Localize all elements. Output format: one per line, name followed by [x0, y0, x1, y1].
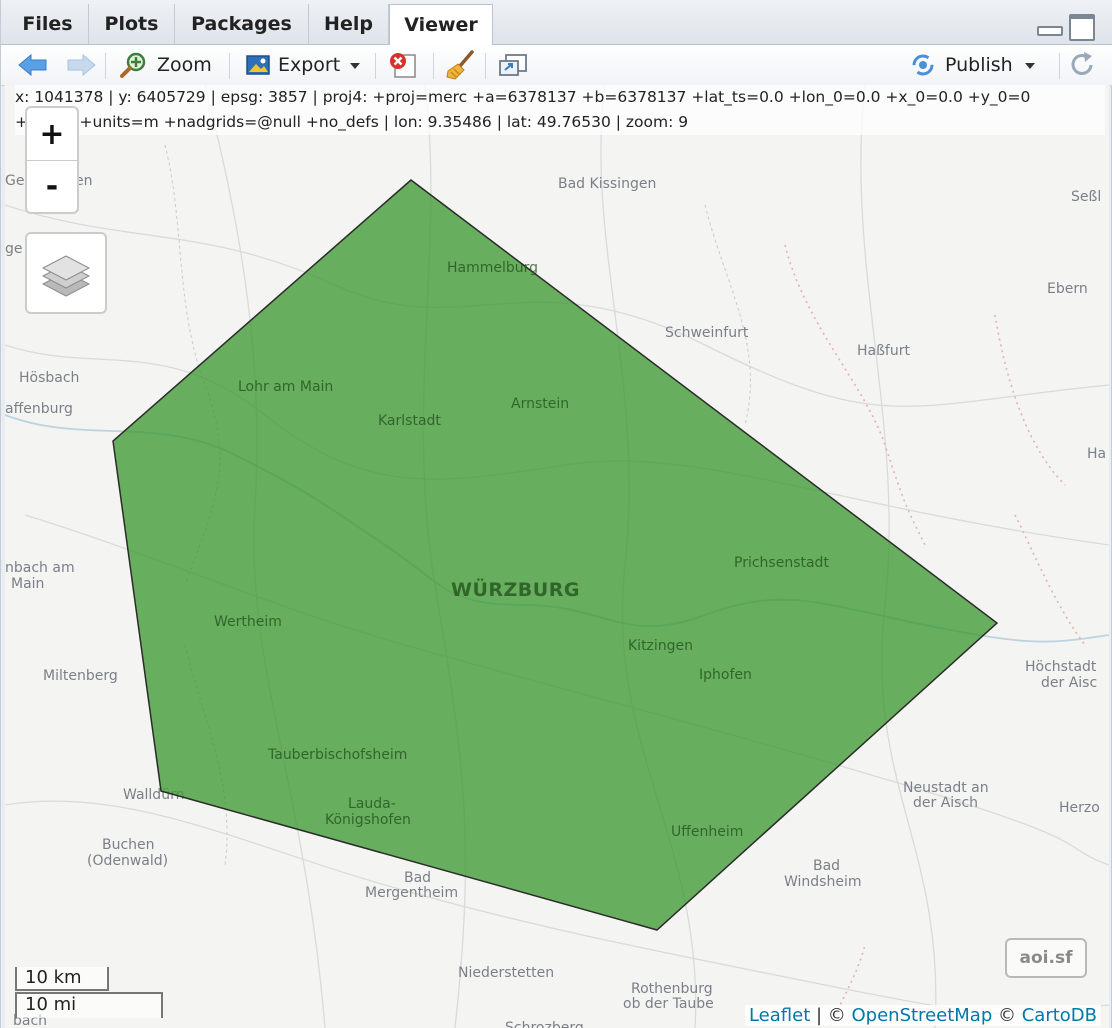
map-attribution: Leaflet | © OpenStreetMap © CartoDB — [744, 1005, 1101, 1026]
mouse-coordinates-readout: x: 1041378 | y: 6405729 | epsg: 3857 | p… — [15, 85, 1105, 135]
refresh-icon — [1071, 52, 1093, 75]
svg-text:Ebern: Ebern — [1047, 281, 1088, 297]
openstreetmap-link[interactable]: OpenStreetMap — [852, 1005, 993, 1026]
svg-text:Miltenberg: Miltenberg — [43, 668, 118, 684]
svg-text:Niederstetten: Niederstetten — [458, 965, 554, 981]
svg-text:Main: Main — [11, 576, 44, 592]
svg-text:Wertheim: Wertheim — [214, 614, 282, 630]
svg-text:Höchstadt: Höchstadt — [1025, 659, 1097, 675]
map-canvas: Bad Kissingen Seßl Ebern Schweinfurt Haß… — [5, 85, 1109, 1028]
svg-text:der Aisc: der Aisc — [1041, 675, 1097, 691]
svg-text:Bad: Bad — [404, 870, 431, 886]
publish-button[interactable]: Publish — [907, 45, 1043, 85]
svg-text:Bad: Bad — [813, 858, 840, 874]
svg-text:Prichsenstadt: Prichsenstadt — [734, 555, 829, 571]
delete-page-icon — [390, 53, 416, 78]
tab-packages[interactable]: Packages — [175, 4, 309, 44]
minimize-pane-icon[interactable] — [1037, 26, 1063, 36]
svg-text:Arnstein: Arnstein — [511, 396, 569, 412]
chevron-down-icon — [1024, 63, 1035, 69]
forward-button[interactable] — [65, 45, 97, 85]
popout-window-icon — [499, 54, 527, 76]
arrow-right-icon — [67, 53, 96, 77]
refresh-button[interactable] — [1067, 45, 1097, 85]
svg-text:Windsheim: Windsheim — [784, 874, 862, 890]
tab-viewer[interactable]: Viewer — [389, 4, 493, 45]
svg-text:Seßl: Seßl — [1071, 189, 1101, 205]
svg-text:Lauda-: Lauda- — [348, 796, 396, 812]
svg-text:Buchen: Buchen — [102, 837, 155, 853]
leaflet-map[interactable]: Bad Kissingen Seßl Ebern Schweinfurt Haß… — [5, 85, 1109, 1028]
svg-text:WÜRZBURG: WÜRZBURG — [451, 577, 580, 601]
export-image-icon — [246, 55, 270, 75]
svg-text:ge: ge — [5, 241, 23, 257]
svg-text:Hammelburg: Hammelburg — [447, 260, 538, 276]
remove-viewer-item-button[interactable] — [387, 45, 419, 85]
aoi-polygon[interactable] — [112, 179, 999, 931]
zoom-magnifier-icon — [120, 52, 146, 78]
export-button[interactable]: Export — [243, 45, 364, 85]
scale-bar-km: 10 km — [15, 967, 109, 991]
layer-name-badge: aoi.sf — [1005, 938, 1087, 978]
chevron-down-icon — [350, 63, 361, 69]
svg-text:Tauberbischofsheim: Tauberbischofsheim — [267, 747, 407, 763]
svg-text:Herzo: Herzo — [1059, 800, 1100, 816]
svg-text:Schweinfurt: Schweinfurt — [665, 325, 749, 341]
zoom-in-button[interactable]: + — [27, 108, 77, 161]
svg-text:Ha: Ha — [1087, 446, 1106, 462]
svg-text:Mergentheim: Mergentheim — [365, 885, 458, 901]
svg-text:Kitzingen: Kitzingen — [628, 638, 693, 654]
svg-text:Hösbach: Hösbach — [19, 370, 79, 386]
svg-text:Rothenburg: Rothenburg — [631, 981, 713, 997]
layers-control-button[interactable] — [25, 232, 107, 314]
svg-text:Uffenheim: Uffenheim — [671, 824, 743, 840]
svg-text:affenburg: affenburg — [5, 401, 73, 417]
publish-icon — [912, 54, 934, 76]
svg-text:Lohr am Main: Lohr am Main — [238, 379, 333, 395]
clear-viewer-button[interactable] — [445, 45, 475, 85]
layers-icon — [41, 255, 91, 297]
viewer-toolbar: Zoom Export Publish — [1, 45, 1112, 86]
svg-text:Bad Kissingen: Bad Kissingen — [558, 176, 656, 192]
tab-plots[interactable]: Plots — [89, 4, 175, 44]
zoom-control: + - — [25, 106, 79, 214]
viewer-pane: Files Plots Packages Help Viewer Zoom Ex… — [0, 0, 1112, 1028]
svg-text:Karlstadt: Karlstadt — [378, 413, 441, 429]
svg-text:(Odenwald): (Odenwald) — [87, 853, 168, 869]
back-button[interactable] — [17, 45, 49, 85]
svg-text:nbach am: nbach am — [5, 560, 75, 576]
tab-files[interactable]: Files — [7, 4, 89, 44]
zoom-button[interactable]: Zoom — [119, 45, 212, 85]
leaflet-link[interactable]: Leaflet — [749, 1005, 810, 1026]
maximize-pane-icon[interactable] — [1069, 14, 1095, 41]
svg-text:Königshofen: Königshofen — [325, 812, 411, 828]
broom-icon — [446, 50, 474, 80]
svg-text:der Aisch: der Aisch — [913, 795, 978, 811]
show-in-new-window-button[interactable] — [497, 45, 529, 85]
arrow-left-icon — [18, 53, 47, 77]
svg-text:ob der Taube: ob der Taube — [623, 996, 714, 1012]
scale-bar-mi: 10 mi — [15, 992, 163, 1018]
svg-text:Haßfurt: Haßfurt — [857, 343, 910, 359]
cartodb-link[interactable]: CartoDB — [1022, 1005, 1097, 1026]
svg-text:Schrozberg: Schrozberg — [505, 1020, 584, 1028]
tab-help[interactable]: Help — [309, 4, 389, 44]
svg-text:Iphofen: Iphofen — [699, 667, 752, 683]
svg-text:Neustadt an: Neustadt an — [903, 780, 989, 796]
zoom-out-button[interactable]: - — [27, 160, 77, 212]
pane-tab-bar: Files Plots Packages Help Viewer — [1, 0, 1112, 45]
